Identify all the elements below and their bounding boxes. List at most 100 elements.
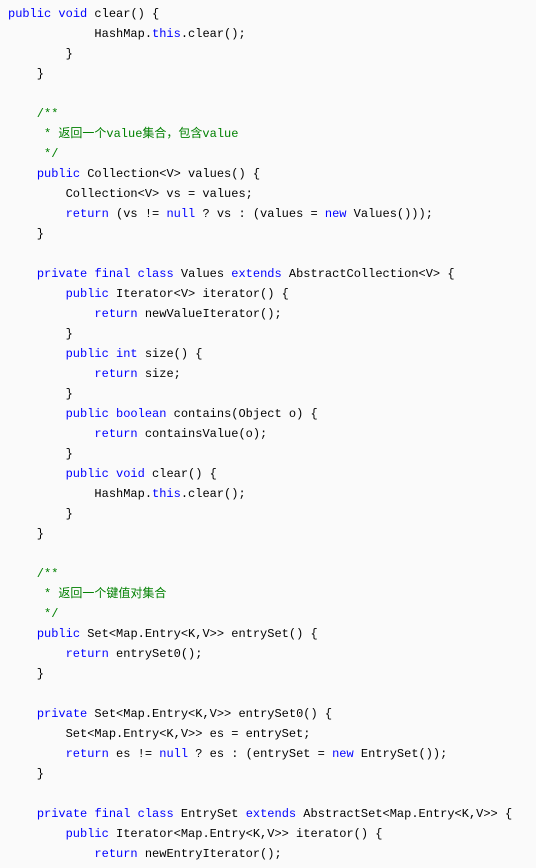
code-line: }	[8, 507, 73, 521]
comment-token: */	[8, 607, 58, 621]
text-token	[8, 467, 66, 481]
keyword-token: public	[8, 7, 51, 21]
text-token: }	[8, 327, 73, 341]
keyword-token: private	[37, 267, 87, 281]
code-line: * 返回一个value集合，包含value	[8, 127, 238, 141]
text-token: contains(Object o) {	[166, 407, 317, 421]
text-token: Set<Map.Entry<K,V>> entrySet() {	[80, 627, 318, 641]
text-token: }	[8, 527, 44, 541]
text-token	[87, 807, 94, 821]
text-token	[130, 267, 137, 281]
keyword-token: int	[116, 347, 138, 361]
text-token: size;	[138, 367, 181, 381]
keyword-token: void	[58, 7, 87, 21]
text-token	[8, 307, 94, 321]
text-token: }	[8, 47, 73, 61]
keyword-token: new	[332, 747, 354, 761]
keyword-token: extends	[231, 267, 281, 281]
code-block: public void clear() { HashMap.this.clear…	[0, 0, 536, 868]
text-token: AbstractCollection<V> {	[282, 267, 455, 281]
keyword-token: public	[66, 407, 109, 421]
code-line: return es != null ? es : (entrySet = new…	[8, 747, 447, 761]
code-line: private Set<Map.Entry<K,V>> entrySet0() …	[8, 707, 332, 721]
text-token	[8, 807, 37, 821]
text-token: Collection<V> values() {	[80, 167, 260, 181]
keyword-token: class	[138, 267, 174, 281]
code-line: }	[8, 527, 44, 541]
keyword-token: return	[94, 367, 137, 381]
text-token	[8, 827, 66, 841]
text-token	[130, 807, 137, 821]
code-line: return entrySet0();	[8, 647, 202, 661]
comment-token: * 返回一个键值对集合	[8, 587, 166, 601]
code-line: public boolean contains(Object o) {	[8, 407, 318, 421]
text-token	[8, 747, 66, 761]
text-token: Iterator<V> iterator() {	[109, 287, 289, 301]
text-token: clear() {	[145, 467, 217, 481]
code-line: return size;	[8, 367, 181, 381]
keyword-token: void	[116, 467, 145, 481]
keyword-token: final	[94, 267, 130, 281]
keyword-token: return	[66, 647, 109, 661]
text-token	[8, 847, 94, 861]
text-token: }	[8, 507, 73, 521]
text-token: Values	[174, 267, 232, 281]
text-token: ? vs : (values =	[195, 207, 325, 221]
code-line: return newEntryIterator();	[8, 847, 282, 861]
code-line: }	[8, 767, 44, 781]
keyword-token: public	[66, 287, 109, 301]
code-line: }	[8, 667, 44, 681]
text-token	[8, 267, 37, 281]
text-token: HashMap.	[8, 487, 152, 501]
keyword-token: private	[37, 807, 87, 821]
text-token: Iterator<Map.Entry<K,V>> iterator() {	[109, 827, 383, 841]
text-token	[8, 367, 94, 381]
text-token	[109, 347, 116, 361]
text-token: entrySet0();	[109, 647, 203, 661]
comment-token: /**	[8, 107, 58, 121]
code-line: Set<Map.Entry<K,V>> es = entrySet;	[8, 727, 310, 741]
keyword-token: return	[66, 747, 109, 761]
text-token: Collection<V> vs = values;	[8, 187, 253, 201]
text-token	[8, 627, 37, 641]
code-line: public void clear() {	[8, 7, 159, 21]
text-token: }	[8, 67, 44, 81]
keyword-token: extends	[246, 807, 296, 821]
keyword-token: final	[94, 807, 130, 821]
text-token: es !=	[109, 747, 159, 761]
code-line: Collection<V> vs = values;	[8, 187, 253, 201]
code-line: }	[8, 67, 44, 81]
code-line: return (vs != null ? vs : (values = new …	[8, 207, 433, 221]
keyword-token: return	[94, 307, 137, 321]
text-token: newValueIterator();	[138, 307, 282, 321]
text-token	[8, 207, 66, 221]
text-token: HashMap.	[8, 27, 152, 41]
text-token	[8, 427, 94, 441]
code-line: HashMap.this.clear();	[8, 27, 246, 41]
keyword-token: public	[66, 467, 109, 481]
code-line: * 返回一个键值对集合	[8, 587, 166, 601]
text-token: (vs !=	[109, 207, 167, 221]
keyword-token: public	[37, 627, 80, 641]
text-token: EntrySet	[174, 807, 246, 821]
text-token	[8, 167, 37, 181]
text-token: ? es : (entrySet =	[188, 747, 332, 761]
keyword-token: this	[152, 487, 181, 501]
keyword-token: public	[37, 167, 80, 181]
comment-token: /**	[8, 567, 58, 581]
code-line: }	[8, 447, 73, 461]
text-token	[8, 647, 66, 661]
code-line: */	[8, 147, 58, 161]
code-line: public Iterator<V> iterator() {	[8, 287, 289, 301]
code-line: HashMap.this.clear();	[8, 487, 246, 501]
text-token: }	[8, 387, 73, 401]
code-line: }	[8, 387, 73, 401]
text-token: Set<Map.Entry<K,V>> es = entrySet;	[8, 727, 310, 741]
code-line: public Collection<V> values() {	[8, 167, 260, 181]
comment-token: */	[8, 147, 58, 161]
text-token: AbstractSet<Map.Entry<K,V>> {	[296, 807, 512, 821]
keyword-token: boolean	[116, 407, 166, 421]
code-line: public Set<Map.Entry<K,V>> entrySet() {	[8, 627, 318, 641]
code-line: }	[8, 327, 73, 341]
text-token	[8, 287, 66, 301]
